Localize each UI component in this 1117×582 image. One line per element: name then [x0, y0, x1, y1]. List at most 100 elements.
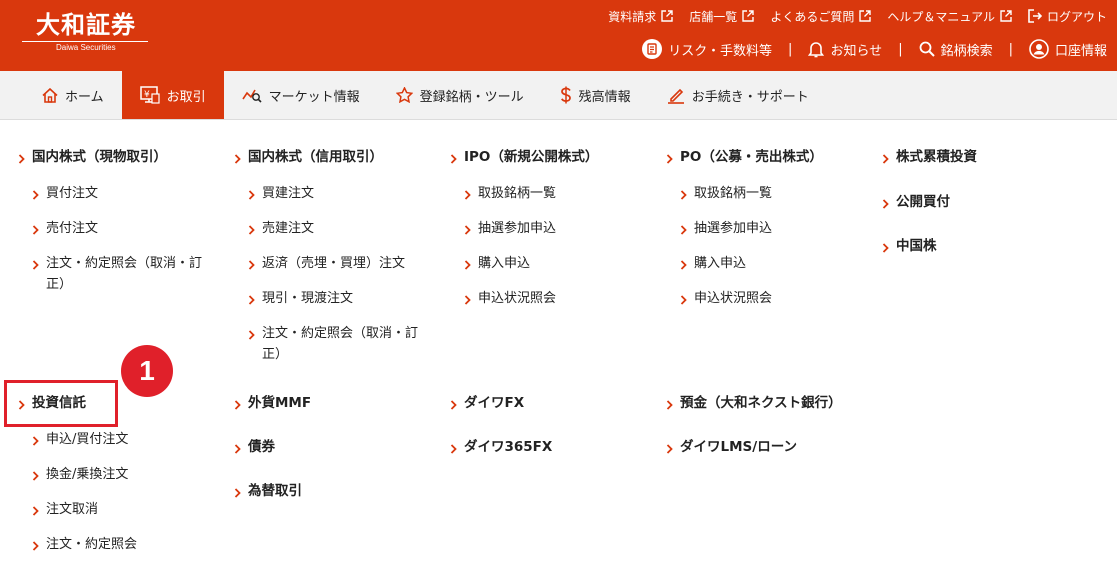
chevron-right-icon — [680, 295, 688, 305]
separator: | — [788, 41, 793, 57]
link-account-info[interactable]: 口座情報 — [1029, 39, 1107, 59]
menu-bonds[interactable]: 債券 — [234, 437, 275, 458]
menu-cash-buy-order[interactable]: 買付注文 — [18, 183, 98, 204]
nav-market-info[interactable]: マーケット情報 — [224, 71, 378, 119]
header: 大和証券 Daiwa Securities 資料請求 店舗一覧 よくあるご質問 … — [0, 0, 1117, 71]
daiwa-logo[interactable]: 大和証券 Daiwa Securities — [22, 8, 148, 52]
menu-trust-order-inquiry[interactable]: 注文・約定照会 — [18, 534, 137, 555]
link-branch-list[interactable]: 店舗一覧 — [689, 8, 755, 25]
nav-watchlist-tools[interactable]: 登録銘柄・ツール — [378, 71, 542, 119]
menu-domestic-stock-cash[interactable]: 国内株式（現物取引） — [18, 147, 167, 168]
chevron-right-icon — [32, 190, 40, 200]
chevron-right-icon — [234, 488, 242, 498]
menu-fx-exchange[interactable]: 為替取引 — [234, 481, 302, 502]
utility-links: リスク・手数料等 | お知らせ | 銘柄検索 | 口座情報 — [642, 37, 1107, 61]
menu-item-label: 買付注文 — [46, 186, 99, 201]
chevron-right-icon — [32, 436, 40, 446]
trading-screen-icon: ¥ — [139, 86, 160, 104]
logo-text: 大和証券 — [36, 10, 136, 39]
link-stock-search[interactable]: 銘柄検索 — [919, 40, 993, 59]
nav-home[interactable]: ホーム — [24, 71, 122, 119]
menu-stock-accumulation[interactable]: 株式累積投資 — [882, 147, 977, 168]
menu-foreign-mmf[interactable]: 外貨MMF — [234, 393, 311, 414]
menu-daiwa-365fx[interactable]: ダイワ365FX — [450, 437, 552, 458]
chevron-right-icon — [464, 225, 472, 235]
menu-po-status[interactable]: 申込状況照会 — [666, 288, 772, 309]
nav-label: 登録銘柄・ツール — [419, 89, 524, 105]
step-number-badge: 1 — [121, 345, 173, 397]
link-risk-fees[interactable]: リスク・手数料等 — [642, 39, 772, 59]
chevron-right-icon — [450, 444, 458, 454]
menu-china-stocks[interactable]: 中国株 — [882, 236, 937, 257]
chevron-right-icon — [450, 154, 458, 164]
menu-daiwa-fx[interactable]: ダイワFX — [450, 393, 524, 414]
link-label: ログアウト — [1046, 9, 1107, 24]
chevron-right-icon — [882, 199, 890, 209]
menu-margin-buy-order[interactable]: 買建注文 — [234, 183, 314, 204]
star-icon — [395, 87, 413, 103]
chevron-right-icon — [450, 400, 458, 410]
pen-icon — [667, 88, 684, 104]
menu-heading: ダイワFX — [464, 395, 525, 411]
chevron-right-icon — [464, 260, 472, 270]
external-link-icon — [859, 10, 872, 22]
chevron-right-icon — [680, 225, 688, 235]
document-icon — [642, 39, 663, 59]
menu-heading: IPO（新規公開株式） — [464, 149, 599, 165]
link-label: 銘柄検索 — [940, 43, 993, 59]
menu-margin-sell-order[interactable]: 売建注文 — [234, 218, 314, 239]
logout-icon — [1028, 9, 1042, 23]
chevron-right-icon — [32, 225, 40, 235]
svg-text:¥: ¥ — [144, 90, 150, 100]
menu-trust-cancel-order[interactable]: 注文取消 — [18, 499, 98, 520]
logout-link[interactable]: ログアウト — [1028, 8, 1107, 25]
chevron-right-icon — [234, 400, 242, 410]
menu-trust-redeem-order[interactable]: 換金/乗換注文 — [18, 464, 128, 485]
menu-cash-order-inquiry[interactable]: 注文・約定照会（取消・訂 正） — [18, 253, 202, 295]
menu-po-purchase[interactable]: 購入申込 — [666, 253, 746, 274]
menu-ipo-status[interactable]: 申込状況照会 — [450, 288, 556, 309]
chevron-right-icon — [882, 243, 890, 253]
link-label: よくあるご質問 — [770, 9, 855, 24]
menu-deposit-bank[interactable]: 預金（大和ネクスト銀行） — [666, 393, 842, 414]
menu-margin-delivery-order[interactable]: 現引・現渡注文 — [234, 288, 353, 309]
menu-po[interactable]: PO（公募・売出株式） — [666, 147, 823, 168]
menu-tender-offer[interactable]: 公開買付 — [882, 192, 950, 213]
link-notices[interactable]: お知らせ — [808, 40, 882, 59]
menu-heading: 為替取引 — [248, 483, 302, 499]
menu-domestic-stock-margin[interactable]: 国内株式（信用取引） — [234, 147, 383, 168]
link-faq[interactable]: よくあるご質問 — [770, 8, 872, 25]
link-label: 資料請求 — [608, 9, 657, 24]
menu-po-list[interactable]: 取扱銘柄一覧 — [666, 183, 772, 204]
menu-ipo-purchase[interactable]: 購入申込 — [450, 253, 530, 274]
menu-item-label: 返済（売埋・買埋）注文 — [262, 256, 406, 271]
chevron-right-icon — [32, 541, 40, 551]
menu-item-label: 買建注文 — [262, 186, 315, 201]
menu-ipo-list[interactable]: 取扱銘柄一覧 — [450, 183, 556, 204]
menu-cash-sell-order[interactable]: 売付注文 — [18, 218, 98, 239]
menu-margin-order-inquiry[interactable]: 注文・約定照会（取消・訂 正） — [234, 323, 418, 365]
menu-item-label-cont: 正） — [262, 347, 289, 362]
menu-trust-buy-order[interactable]: 申込/買付注文 — [18, 429, 128, 450]
link-help-manual[interactable]: ヘルプ＆マニュアル — [887, 8, 1012, 25]
chevron-right-icon — [32, 260, 40, 270]
nav-procedures-support[interactable]: お手続き・サポート — [649, 71, 827, 119]
menu-item-label: 注文・約定照会（取消・訂 — [46, 256, 203, 271]
menu-item-label: 注文・約定照会（取消・訂 — [262, 326, 419, 341]
external-link-icon — [1000, 10, 1012, 22]
menu-item-label: 売付注文 — [46, 221, 99, 236]
search-icon — [919, 41, 935, 57]
menu-margin-repay-order[interactable]: 返済（売埋・買埋）注文 — [234, 253, 405, 274]
menu-po-lottery[interactable]: 抽選参加申込 — [666, 218, 772, 239]
nav-balance-info[interactable]: 残高情報 — [542, 71, 649, 119]
menu-ipo[interactable]: IPO（新規公開株式） — [450, 147, 598, 168]
menu-daiwa-lms-loan[interactable]: ダイワLMS/ローン — [666, 437, 797, 458]
chevron-right-icon — [32, 506, 40, 516]
nav-trading[interactable]: ¥ お取引 — [121, 71, 224, 119]
menu-ipo-lottery[interactable]: 抽選参加申込 — [450, 218, 556, 239]
link-document-request[interactable]: 資料請求 — [608, 8, 673, 25]
chevron-right-icon — [666, 444, 674, 454]
menu-heading: ダイワLMS/ローン — [680, 439, 798, 455]
logo-rule — [22, 41, 148, 42]
menu-item-label: 注文取消 — [46, 502, 99, 517]
